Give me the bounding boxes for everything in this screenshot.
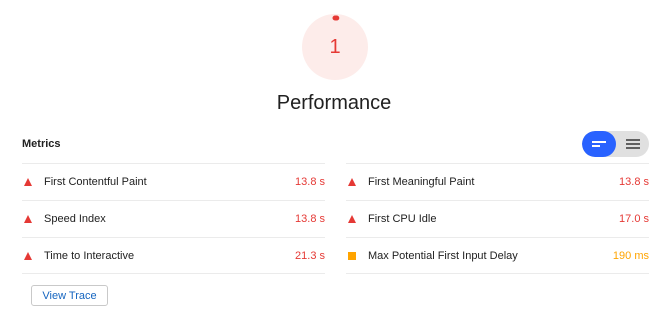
metric-value: 190 ms [612,249,649,262]
square-average-icon [346,251,368,260]
category-title: Performance [276,92,392,114]
metrics-view-toggle[interactable] [582,131,649,157]
triangle-warning-icon [346,215,368,223]
triangle-warning-icon [22,178,44,186]
triangle-warning-icon [22,215,44,223]
metric-label: Speed Index [44,213,106,225]
metrics-header: Metrics [22,138,61,150]
toggle-summary-view[interactable] [582,131,616,157]
metric-row: First Meaningful Paint 13.8 s [346,163,649,200]
metric-row: Time to Interactive 21.3 s [22,237,325,274]
lines-short-icon [592,141,606,147]
triangle-warning-icon [346,178,368,186]
metric-value: 13.8 s [619,176,649,188]
metrics-column-left: First Contentful Paint 13.8 s Speed Inde… [22,163,325,274]
triangle-warning-icon [22,251,44,260]
metric-value: 13.8 s [295,213,325,225]
metrics-column-right: First Meaningful Paint 13.8 s First CPU … [346,163,649,274]
metric-value: 17.0 s [619,213,649,225]
metric-label: First CPU Idle [368,213,437,225]
score-value: 1 [329,35,341,58]
metric-label: First Meaningful Paint [368,176,475,188]
metric-value: 13.8 s [295,176,325,188]
metric-value: 21.3 s [295,249,325,262]
toggle-description-view[interactable] [616,131,649,157]
view-trace-button[interactable]: View Trace [31,285,108,306]
score-gauge: 1 [302,14,368,80]
lines-full-icon [625,139,640,149]
metric-row: First CPU Idle 17.0 s [346,200,649,237]
metric-row: First Contentful Paint 13.8 s [22,163,325,200]
metric-label: First Contentful Paint [44,176,147,188]
metric-label: Time to Interactive [44,249,135,262]
metric-label: Max Potential First Input Delay [368,249,518,262]
metric-row: Speed Index 13.8 s [22,200,325,237]
metric-row: Max Potential First Input Delay 190 ms [346,237,649,274]
